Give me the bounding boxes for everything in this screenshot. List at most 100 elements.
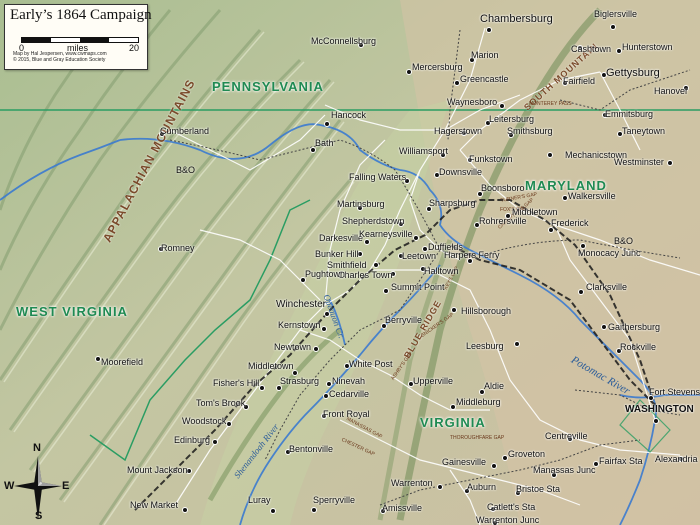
- town-label: Leetown: [402, 251, 437, 261]
- town-label: WASHINGTON: [625, 404, 694, 415]
- town-label: Cumberland: [160, 126, 210, 136]
- town-label: Alexandria: [655, 454, 698, 464]
- town-label: Gaithersburg: [608, 322, 661, 332]
- town-marker: [226, 421, 232, 427]
- town-marker: [667, 160, 673, 166]
- town-label: Sharpsburg: [429, 198, 476, 208]
- town-marker: [491, 463, 497, 469]
- town-label: Mercersburg: [412, 62, 463, 72]
- town-label: Mount Jackson: [127, 465, 188, 475]
- town-label: Falling Waters: [349, 172, 407, 182]
- town-label: Clarksville: [586, 282, 628, 292]
- town-label: Amissville: [382, 503, 423, 513]
- town-marker: [514, 341, 520, 347]
- town-marker: [182, 507, 188, 513]
- town-label: Marion: [471, 50, 499, 60]
- town-label: Bunker Hill: [315, 249, 359, 259]
- town-label: Fairfax Sta: [599, 456, 643, 466]
- town-label: Funkstown: [469, 154, 513, 164]
- town-label: Front Royal: [323, 409, 370, 419]
- town-label: Downsville: [439, 167, 483, 177]
- map: PENNSYLVANIA MARYLAND WEST VIRGINIA VIRG…: [0, 0, 700, 525]
- town-label: Pughtown: [305, 269, 346, 279]
- town-label: Fairfield: [563, 76, 596, 86]
- town-label: Manassas Junc: [533, 465, 596, 475]
- town-marker: [383, 288, 389, 294]
- town-label: Warrenton Junc: [476, 515, 540, 525]
- town-label: Sperryville: [313, 495, 356, 505]
- town-label: Romney: [161, 243, 195, 253]
- town-label: Luray: [248, 495, 271, 505]
- town-label: Boonsboro: [481, 183, 525, 193]
- town-label: Fisher's Hill: [213, 378, 260, 388]
- town-label: Cashtown: [571, 44, 612, 54]
- town-marker: [610, 24, 616, 30]
- town-label: Fort Stevens: [649, 387, 700, 397]
- town-label: Hunterstown: [622, 42, 673, 52]
- town-label: Winchester: [276, 299, 327, 310]
- town-label: Martinsburg: [337, 199, 385, 209]
- town-label: Kearneysville: [359, 229, 413, 239]
- town-marker: [321, 326, 327, 332]
- town-marker: [311, 507, 317, 513]
- town-label: Leitersburg: [489, 114, 535, 124]
- town-label: Darkesville: [319, 233, 364, 243]
- town-label: Bentonville: [289, 444, 334, 454]
- town-label: Auburn: [467, 482, 497, 492]
- monterey-pass-label: MONTEREY PASS: [529, 101, 572, 107]
- town-label: Hillsborough: [461, 306, 512, 316]
- state-label-pennsylvania: PENNSYLVANIA: [212, 79, 324, 94]
- town-marker: [653, 418, 659, 424]
- town-label: Westminster: [614, 157, 664, 167]
- compass-east: E: [62, 480, 70, 492]
- town-label: Monocacy Junc: [578, 248, 641, 258]
- town-label: Upperville: [413, 376, 454, 386]
- town-label: Emmitsburg: [605, 109, 654, 119]
- town-label: Frederick: [551, 218, 589, 228]
- town-marker: [437, 484, 443, 490]
- town-marker: [313, 346, 319, 352]
- town-label: Catlett's Sta: [487, 502, 536, 512]
- town-label: Moorefield: [101, 357, 144, 367]
- town-label: Charles Town: [338, 270, 393, 280]
- town-marker: [413, 235, 419, 241]
- town-marker: [601, 324, 607, 330]
- town-marker: [451, 307, 457, 313]
- town-label: Rockville: [620, 342, 657, 352]
- town-marker: [547, 152, 553, 158]
- town-label: Hancock: [331, 110, 367, 120]
- compass-south: S: [35, 510, 43, 522]
- town-marker: [324, 311, 330, 317]
- town-marker: [373, 262, 379, 268]
- town-label: Biglersville: [594, 9, 638, 19]
- town-label: White Post: [349, 359, 393, 369]
- town-marker: [486, 27, 492, 33]
- town-label: McConnellsburg: [311, 36, 377, 46]
- town-label: Gettysburg: [606, 67, 660, 79]
- town-label: Walkersville: [568, 191, 616, 201]
- town-label: Centreville: [545, 431, 588, 441]
- town-label: Waynesboro: [447, 97, 498, 107]
- town-label: Summit Point: [391, 282, 445, 292]
- scale-label-end: 20: [129, 43, 140, 53]
- town-label: Bath: [315, 138, 334, 148]
- bo-railroad-label-east: B&O: [614, 236, 634, 246]
- town-label: Shepherdstown: [342, 216, 405, 226]
- town-label: Warrenton: [391, 478, 433, 488]
- town-marker: [270, 508, 276, 514]
- state-label-west-virginia: WEST VIRGINIA: [16, 304, 128, 319]
- compass-west: W: [4, 480, 15, 492]
- town-label: Williamsport: [399, 146, 449, 156]
- town-marker: [578, 289, 584, 295]
- town-label: Newtown: [274, 342, 312, 352]
- town-label: Cedarville: [329, 389, 370, 399]
- town-label: Woodstock: [182, 416, 227, 426]
- town-label: Rohrersville: [479, 216, 527, 226]
- town-label: Chambersburg: [480, 13, 553, 25]
- map-title: Early’s 1864 Campaign: [10, 7, 152, 23]
- bo-railroad-label-west: B&O: [176, 165, 196, 175]
- town-label: New Market: [130, 500, 179, 510]
- town-label: Halltown: [424, 266, 459, 276]
- town-label: Hanover: [654, 86, 689, 96]
- town-label: Leesburg: [466, 341, 504, 351]
